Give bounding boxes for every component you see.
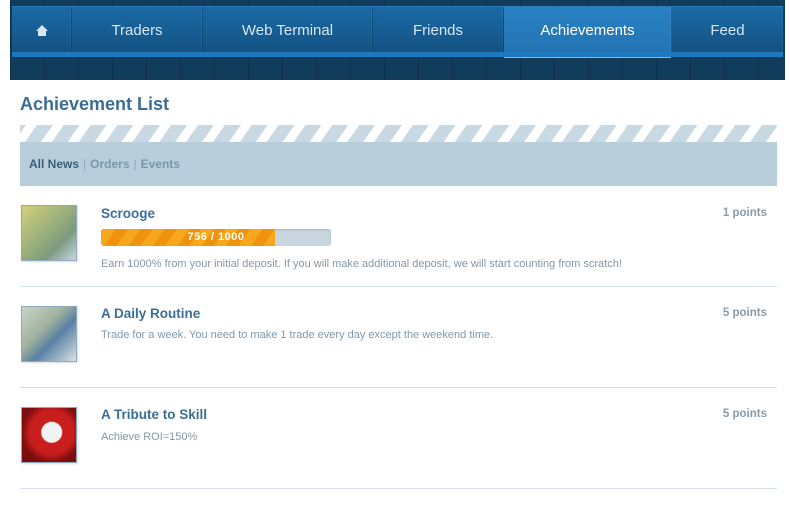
filter-all-news[interactable]: All News xyxy=(29,157,79,171)
achievement-points: 5 points xyxy=(722,408,767,420)
achievement-title: A Daily Routine xyxy=(101,306,201,321)
filter-separator: | xyxy=(133,157,137,171)
filter-events[interactable]: Events xyxy=(141,157,180,171)
achievement-description: Trade for a week. You need to make 1 tra… xyxy=(101,329,494,341)
progress-label: 756 / 1000 xyxy=(187,231,245,243)
achievement-title: Scrooge xyxy=(101,206,156,221)
achievement-points: 1 points xyxy=(722,207,767,219)
nav-friends[interactable]: Friends xyxy=(373,7,504,53)
achievement-list: Scrooge 756 / 1000 Earn 1000% from your … xyxy=(20,186,777,489)
nav-traders[interactable]: Traders xyxy=(72,7,203,53)
filter-bar: All News | Orders | Events xyxy=(20,142,777,186)
achievement-description: Earn 1000% from your initial deposit. If… xyxy=(101,258,622,270)
achievement-image-scrooge xyxy=(21,205,77,261)
achievement-points: 5 points xyxy=(722,307,767,319)
decorative-stripe xyxy=(20,125,777,142)
achievement-title: A Tribute to Skill xyxy=(101,407,208,422)
filter-separator: | xyxy=(83,157,87,171)
home-icon xyxy=(35,24,48,36)
nav-feed[interactable]: Feed xyxy=(672,7,783,53)
list-item: A Daily Routine Trade for a week. You ne… xyxy=(20,287,777,388)
list-item: Scrooge 756 / 1000 Earn 1000% from your … xyxy=(20,186,777,287)
top-navigation: Traders Web Terminal Friends Achievement… xyxy=(10,0,785,80)
list-item: A Tribute to Skill Achieve ROI=150% 5 po… xyxy=(20,388,777,489)
achievement-description: Achieve ROI=150% xyxy=(101,431,198,443)
achievement-image-daily-routine xyxy=(21,306,77,362)
nav-home[interactable] xyxy=(12,7,72,53)
nav-underline xyxy=(12,52,783,57)
nav-web-terminal[interactable]: Web Terminal xyxy=(203,7,373,53)
filter-orders[interactable]: Orders xyxy=(90,157,129,171)
nav-achievements[interactable]: Achievements xyxy=(504,7,672,58)
progress-bar: 756 / 1000 xyxy=(101,229,331,246)
page-title: Achievement List xyxy=(20,94,170,114)
achievement-image-tribute-to-skill xyxy=(21,407,77,463)
nav-bar: Traders Web Terminal Friends Achievement… xyxy=(12,6,783,58)
